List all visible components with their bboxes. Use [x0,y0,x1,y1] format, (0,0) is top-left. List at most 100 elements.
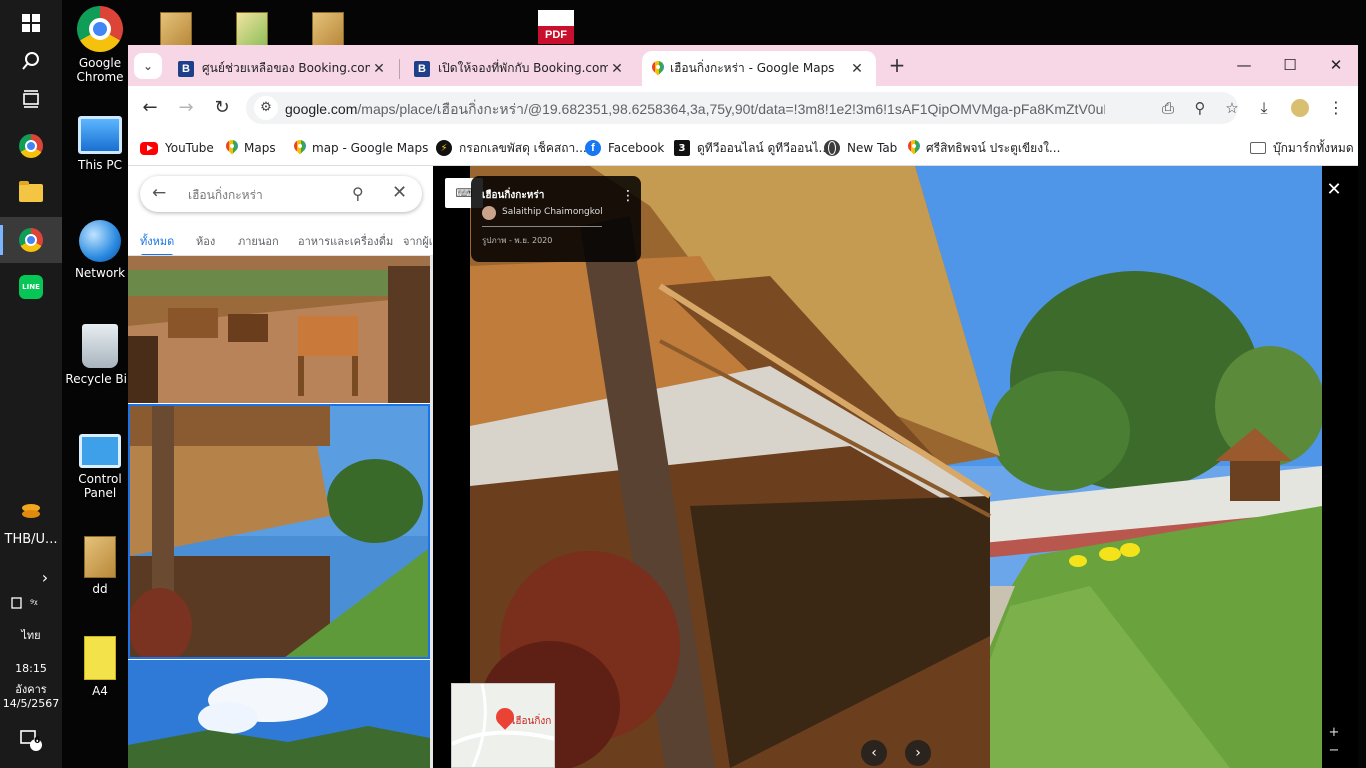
arrow-left-icon[interactable]: ← [152,183,166,203]
tab-title: เฮือนกิ่งกะหร่า - Google Maps [670,61,835,75]
close-icon[interactable]: ✕ [392,182,407,203]
clock-time[interactable]: 18:15 [0,662,62,675]
profile-button[interactable] [1288,96,1312,120]
url-text[interactable]: google.com/maps/place/เฮือนกิ่งกะหร่า/@1… [285,99,1105,121]
bookmark-star-button[interactable]: ☆ [1222,98,1242,118]
bookmark-new-tab[interactable]: New Tab [824,139,897,157]
desktop-icon-dd[interactable]: dd [62,536,138,596]
clock-day[interactable]: อังคาร [0,680,62,698]
photo-place-name[interactable]: เฮือนกิ่งกะหร่า [482,188,544,203]
photo-date: รูปภาพ - พ.ย. 2020 [482,236,553,245]
minimap[interactable]: เฮือนกิ่งก [451,683,555,768]
tab-booking-partner[interactable]: B เปิดให้จองที่พักกับ Booking.com ✕ [404,51,636,86]
author-avatar[interactable] [482,206,496,220]
bookmark-tv-online[interactable]: 3 ดูทีวีออนไลน์ ดูทีวีออนไ... [674,139,830,157]
desktop-file-icon[interactable] [236,12,268,46]
notification-button[interactable]: 6 [0,725,62,755]
bookmark-maps[interactable]: Maps [226,139,276,157]
bookmark-facebook[interactable]: f Facebook [585,139,664,157]
install-app-button[interactable]: ⎙ [1158,98,1178,118]
maps-page: ← เฮือนกิ่งกะหร่า ⚲ ✕ ทั้งหมด ห้อง ภายนอ… [128,166,1358,768]
file-icon [84,536,116,578]
more-vert-icon[interactable]: ⋮ [621,188,635,204]
desktop-icon-control-panel[interactable]: Control Panel [62,434,138,500]
back-button[interactable]: ← [138,96,162,120]
desktop-icon-a4[interactable]: A4 [62,636,138,698]
arrow-right-icon: → [178,97,194,118]
all-bookmarks-button[interactable]: บุ๊กมาร์กทั้งหมด [1250,139,1354,157]
desktop-icon-recycle-bin[interactable]: Recycle Bin [62,324,138,386]
site-info-button[interactable]: ⚙ [254,96,278,120]
chrome-icon [19,228,43,252]
bookmark-parcel-tracking[interactable]: ⚡ กรอกเลขพัสดุ เช็คสถา... [436,139,587,157]
url-host: google.com [285,101,358,117]
bookmark-map-google[interactable]: map - Google Maps [294,139,428,157]
close-viewer-button[interactable]: ✕ [1322,178,1346,202]
close-icon[interactable]: ✕ [370,61,388,77]
minimap-label: เฮือนกิ่งก [512,716,552,727]
search-icon[interactable]: ⚲ [352,184,364,203]
taskbar-line[interactable]: LINE [0,264,62,310]
tab-by-owner[interactable]: จากผู้เ [403,232,433,250]
desktop-pdf-icon[interactable]: PDF [538,10,574,44]
maps-search-box[interactable]: ← เฮือนกิ่งกะหร่า ⚲ ✕ [140,176,422,212]
chrome-window: ⌄ B ศูนย์ช่วยเหลือของ Booking.com ✕ B เป… [128,45,1358,768]
zoom-out-icon[interactable]: − [1323,742,1345,760]
clock-date[interactable]: 14/5/2567 [0,697,62,710]
notification-badge: 6 [34,736,41,746]
taskbar-file-explorer[interactable] [0,170,62,216]
desktop-file-icon[interactable] [160,12,192,46]
photo-thumbnail[interactable] [128,660,430,768]
new-tab-button[interactable]: + [886,55,908,77]
next-photo-button[interactable]: › [905,740,931,766]
tab-booking-help[interactable]: B ศูนย์ช่วยเหลือของ Booking.com ✕ [168,51,398,86]
tab-google-maps[interactable]: เฮือนกิ่งกะหร่า - Google Maps ✕ [642,51,876,86]
close-window-button[interactable]: ✕ [1321,53,1351,77]
photo-author[interactable]: Salaithip Chaimongkol [502,207,603,217]
photo-thumbnail[interactable] [128,256,430,403]
file-icon [84,636,116,680]
zoom-icon: ⚲ [1194,99,1206,117]
bolt-icon: ⚡ [436,140,452,156]
desktop-icon-network[interactable]: Network [62,220,138,280]
bookmark-label: map - Google Maps [312,141,429,155]
tab-search-button[interactable]: ⌄ [134,53,162,79]
bookmark-srisitthiphot[interactable]: ศรีสิทธิพจน์ ประตูเขียงใ... [908,139,1060,157]
zoom-button[interactable]: ⚲ [1190,98,1210,118]
desktop-icon-this-pc[interactable]: This PC [62,116,138,172]
tab-rooms[interactable]: ห้อง [196,232,215,250]
currency-widget-icon[interactable] [0,500,62,524]
maximize-icon: ☐ [1283,56,1297,74]
tab-exterior[interactable]: ภายนอก [238,232,279,250]
taskbar-chrome-2[interactable] [0,217,62,263]
task-view-button[interactable] [0,76,62,122]
computer-icon [78,116,122,154]
booking-favicon-icon: B [178,60,194,77]
desktop-icon-chrome[interactable]: Google Chrome [62,6,138,84]
language-indicator[interactable]: ไทย [0,626,62,644]
address-bar[interactable]: ⚙ google.com/maps/place/เฮือนกิ่งกะหร่า/… [246,92,1239,124]
menu-button[interactable]: ⋮ [1324,96,1348,120]
bookmark-youtube[interactable]: YouTube [140,139,214,157]
previous-photo-button[interactable]: ‹ [861,740,887,766]
currency-widget-label[interactable]: THB/U... [0,532,62,547]
tray-icons[interactable]: ⁹ᵡ [0,592,62,614]
maps-pin-icon [294,140,306,156]
close-icon[interactable]: ✕ [608,61,626,77]
maps-search-input[interactable]: เฮือนกิ่งกะหร่า [188,186,263,205]
desktop-file-icon[interactable] [312,12,344,46]
forward-button[interactable]: → [174,96,198,120]
minimize-button[interactable]: — [1229,53,1259,77]
downloads-button[interactable]: ⤓ [1252,96,1276,120]
zoom-in-icon[interactable]: + [1323,724,1345,742]
tab-strip: ⌄ B ศูนย์ช่วยเหลือของ Booking.com ✕ B เป… [128,45,1358,86]
photo-thumbnail-selected[interactable] [128,404,430,659]
desktop-icon-label: Network [74,266,126,280]
maximize-button[interactable]: ☐ [1275,53,1305,77]
tab-food-drink[interactable]: อาหารและเครื่องดื่ม [298,232,393,250]
reload-button[interactable]: ↻ [210,96,234,120]
zoom-controls[interactable]: + − [1323,724,1345,760]
tab-all[interactable]: ทั้งหมด [140,232,175,255]
close-icon[interactable]: ✕ [848,61,866,77]
taskbar-chrome-1[interactable] [0,123,62,169]
